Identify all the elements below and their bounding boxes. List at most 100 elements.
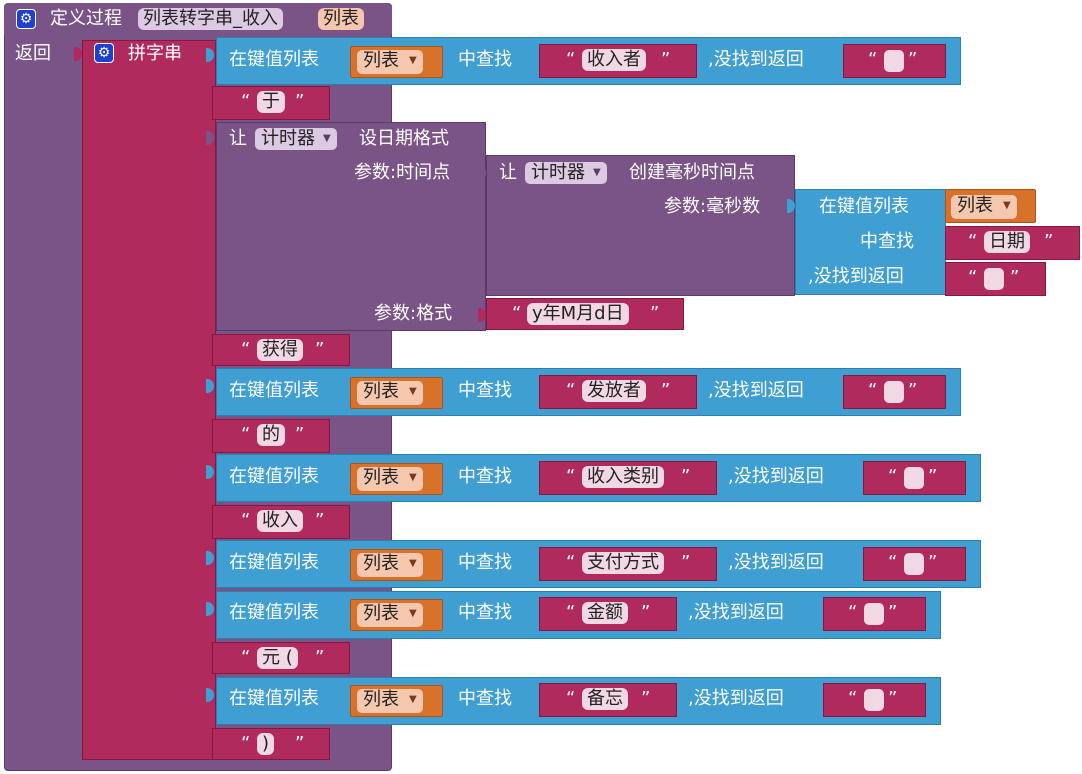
variable-dropdown[interactable]: 列表 ▼ <box>951 195 1017 219</box>
dropdown-arrow-icon: ▼ <box>409 472 417 483</box>
empty-text-field[interactable] <box>864 689 884 711</box>
procedure-param[interactable]: 列表 <box>318 8 364 30</box>
key-text-field[interactable]: 日期 <box>984 231 1030 253</box>
quote-close: ” <box>661 49 671 70</box>
find-label: 中查找 <box>458 466 512 487</box>
notfound-label: ,没找到返回 <box>728 466 824 487</box>
variable-dropdown[interactable]: 列表 ▼ <box>357 553 423 577</box>
quote-open: “ <box>848 688 858 709</box>
empty-text-field[interactable] <box>984 268 1004 290</box>
notfound-label: ,没找到返回 <box>688 688 784 709</box>
text-field[interactable]: 的 <box>257 424 285 446</box>
key-text-field[interactable]: 支付方式 <box>582 552 664 574</box>
dropdown-arrow-icon: ▼ <box>409 694 417 705</box>
quote-open: “ <box>566 49 576 70</box>
quote-open: “ <box>241 647 251 668</box>
join-block[interactable] <box>82 40 216 760</box>
key-text-field[interactable]: 发放者 <box>582 380 646 402</box>
empty-text-field[interactable] <box>884 381 904 403</box>
text-field[interactable]: ) <box>257 733 275 755</box>
quote-open: “ <box>888 552 898 573</box>
quote-open: “ <box>566 602 576 623</box>
dropdown-arrow-icon: ▼ <box>409 386 417 397</box>
empty-text-field[interactable] <box>884 50 904 72</box>
join-label: 拼字串 <box>128 43 182 64</box>
quote-open: “ <box>868 49 878 70</box>
quote-open: “ <box>241 510 251 531</box>
quote-open: “ <box>241 424 251 445</box>
component-name: 计时器 <box>531 162 585 183</box>
procedure-name-field[interactable]: 列表转字串_收入 <box>138 8 283 30</box>
quote-close: ” <box>681 466 691 487</box>
dict-prefix: 在键值列表 <box>229 380 319 401</box>
quote-open: “ <box>888 466 898 487</box>
gear-icon[interactable]: ⚙ <box>16 9 36 29</box>
dropdown-arrow-icon: ▼ <box>323 133 331 144</box>
variable-name: 列表 <box>363 467 399 488</box>
text-field[interactable]: 于 <box>257 91 285 113</box>
quote-open: “ <box>241 339 251 360</box>
quote-open: “ <box>566 380 576 401</box>
dropdown-arrow-icon: ▼ <box>409 55 417 66</box>
quote-open: “ <box>848 602 858 623</box>
join-gear-icon[interactable]: ⚙ <box>94 43 114 63</box>
quote-open: “ <box>241 91 251 112</box>
key-text-field[interactable]: 金额 <box>582 602 628 624</box>
quote-close: ” <box>650 303 660 324</box>
dict-prefix: 在键值列表 <box>229 688 319 709</box>
key-text-field[interactable]: 收入者 <box>582 49 646 71</box>
notfound-label: ,没找到返回 <box>728 552 824 573</box>
text-field[interactable]: 元 ( <box>257 647 298 669</box>
variable-name: 列表 <box>363 50 399 71</box>
key-text-field[interactable]: 备忘 <box>582 688 628 710</box>
let-label: 让 <box>229 128 247 149</box>
notfound-label: ,没找到返回 <box>688 602 784 623</box>
let-label: 让 <box>499 162 517 183</box>
quote-close: ” <box>928 552 938 573</box>
notfound-label: ,没找到返回 <box>708 380 804 401</box>
quote-close: ” <box>315 339 325 360</box>
variable-dropdown[interactable]: 列表 ▼ <box>357 50 423 74</box>
empty-text-field[interactable] <box>904 553 924 575</box>
variable-dropdown[interactable]: 列表 ▼ <box>357 603 423 627</box>
variable-dropdown[interactable]: 列表 ▼ <box>357 689 423 713</box>
variable-dropdown[interactable]: 列表 ▼ <box>357 467 423 491</box>
quote-close: ” <box>888 688 898 709</box>
variable-dropdown[interactable]: 列表 ▼ <box>357 381 423 405</box>
variable-name: 列表 <box>363 689 399 710</box>
find-label: 中查找 <box>458 49 512 70</box>
quote-close: ” <box>641 688 651 709</box>
find-label: 中查找 <box>458 602 512 623</box>
empty-text-field[interactable] <box>864 603 884 625</box>
timer-format-date-block[interactable] <box>216 122 486 331</box>
quote-open: “ <box>868 380 878 401</box>
text-field[interactable]: 获得 <box>257 339 303 361</box>
create-ms-label: 创建毫秒时间点 <box>629 162 755 183</box>
key-text-field[interactable]: 收入类别 <box>582 466 664 488</box>
variable-name: 列表 <box>957 195 993 216</box>
quote-open: “ <box>968 267 978 288</box>
quote-open: “ <box>968 231 978 252</box>
quote-open: “ <box>241 733 251 754</box>
empty-text-field[interactable] <box>904 467 924 489</box>
quote-close: ” <box>888 602 898 623</box>
find-label: 中查找 <box>458 552 512 573</box>
format-pattern-field[interactable]: y年M月d日 <box>527 303 629 325</box>
quote-close: ” <box>315 510 325 531</box>
quote-close: ” <box>908 49 918 70</box>
param-format-label: 参数:格式 <box>374 303 453 324</box>
quote-close: ” <box>315 647 325 668</box>
quote-close: ” <box>681 552 691 573</box>
component-name: 计时器 <box>261 128 315 149</box>
notfound-label: ,没找到返回 <box>708 49 804 70</box>
format-date-label: 设日期格式 <box>359 128 449 149</box>
quote-close: ” <box>295 733 305 754</box>
variable-name: 列表 <box>363 381 399 402</box>
text-field[interactable]: 收入 <box>257 510 303 532</box>
component-dropdown[interactable]: 计时器 ▼ <box>255 128 337 150</box>
component-dropdown[interactable]: 计时器 ▼ <box>525 162 607 184</box>
quote-close: ” <box>908 380 918 401</box>
find-label: 中查找 <box>458 688 512 709</box>
quote-close: ” <box>1010 267 1020 288</box>
quote-close: ” <box>295 91 305 112</box>
